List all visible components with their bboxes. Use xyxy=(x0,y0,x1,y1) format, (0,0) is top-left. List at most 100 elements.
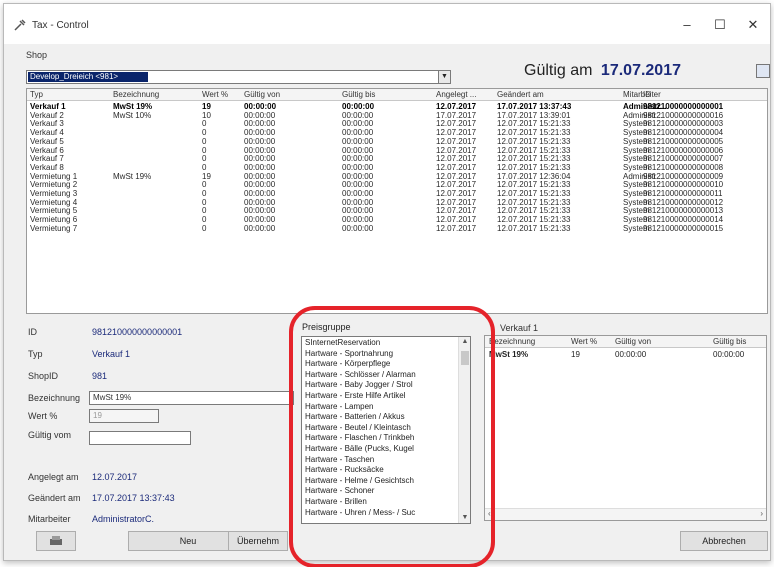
print-button[interactable] xyxy=(36,531,76,551)
shop-dropdown[interactable]: Develop_Dreieich <981> ▼ xyxy=(26,70,451,84)
table-cell: 17.07.2017 13:39:01 xyxy=(497,111,571,120)
minimize-button[interactable]: – xyxy=(672,14,702,36)
angelegt-value: 12.07.2017 xyxy=(92,472,138,482)
right-header-gueltig-bis[interactable]: Gültig bis xyxy=(713,337,746,346)
preisgruppe-list[interactable]: SInternetReservation Hartware - Sportnahr… xyxy=(301,336,471,524)
right-grid-header: Bezeichnung Wert % Gültig von Gültig bis xyxy=(485,336,766,348)
list-item[interactable]: Hartware - Taschen xyxy=(305,455,374,465)
grid-header-col-1[interactable]: Bezeichnung xyxy=(113,90,198,99)
list-item[interactable]: Hartware - Flaschen / Trinkbeh xyxy=(305,433,414,443)
table-cell: 0 xyxy=(202,146,207,155)
table-cell: 981210000000000004 xyxy=(643,129,724,138)
valid-label: Gültig am xyxy=(524,62,593,79)
table-row[interactable]: Verkauf 5 0 00:00:00 00:00:00 12.07.2017 12.0… xyxy=(27,138,767,147)
grid-header-col-3[interactable]: Gültig von xyxy=(244,90,339,99)
list-item[interactable]: SInternetReservation xyxy=(305,338,380,348)
list-item[interactable]: Hartware - Brillen xyxy=(305,497,367,507)
table-row[interactable]: Vermietung 3 0 00:00:00 00:00:00 12.07.2017 1… xyxy=(27,190,767,199)
right-cell-gueltig-von[interactable]: 00:00:00 xyxy=(615,350,646,359)
calendar-icon[interactable] xyxy=(756,64,770,78)
table-cell: 12.07.2017 xyxy=(436,172,477,181)
right-cell-bezeichnung[interactable]: MwSt 19% xyxy=(489,350,528,359)
right-header-wert[interactable]: Wert % xyxy=(571,337,597,346)
scroll-up-icon[interactable]: ▲ xyxy=(459,337,470,347)
table-row[interactable]: Vermietung 6 0 00:00:00 00:00:00 12.07.2017 1… xyxy=(27,216,767,225)
list-item[interactable]: Hartware - Körperpflege xyxy=(305,359,390,369)
maximize-button[interactable]: ☐ xyxy=(705,14,735,36)
valid-date-heading: Gültig am 17.07.2017 xyxy=(524,62,681,80)
scroll-left-icon[interactable]: ‹ xyxy=(488,509,491,518)
table-cell: 981210000000000003 xyxy=(643,120,724,129)
grid-header-col-6[interactable]: Geändert am xyxy=(497,90,622,99)
list-item[interactable]: Hartware - Schlösser / Alarman xyxy=(305,370,416,380)
bezeichnung-input[interactable]: MwSt 19% xyxy=(89,391,294,405)
table-row[interactable]: Vermietung 1 MwSt 19% 19 00:00:00 00:00:00 12… xyxy=(27,173,767,182)
valid-date: 17.07.2017 xyxy=(600,62,681,79)
gueltig-vom-input[interactable] xyxy=(89,431,191,445)
table-row[interactable]: Verkauf 7 0 00:00:00 00:00:00 12.07.2017 12.0… xyxy=(27,155,767,164)
chevron-down-icon[interactable]: ▼ xyxy=(438,71,450,83)
grid-header-col-2[interactable]: Wert % xyxy=(202,90,242,99)
list-item[interactable]: Hartware - Helme / Gesichtsch xyxy=(305,476,414,486)
list-item[interactable]: Hartware - Rucksäcke xyxy=(305,465,384,475)
table-row[interactable]: Verkauf 6 0 00:00:00 00:00:00 12.07.2017 12.0… xyxy=(27,147,767,156)
table-row[interactable]: Vermietung 5 0 00:00:00 00:00:00 12.07.2017 1… xyxy=(27,207,767,216)
table-cell: Vermietung 4 xyxy=(30,198,78,207)
gueltig-vom-label: Gültig vom xyxy=(28,430,72,440)
right-cell-gueltig-bis[interactable]: 00:00:00 xyxy=(713,350,744,359)
table-row[interactable]: Vermietung 2 0 00:00:00 00:00:00 12.07.2017 1… xyxy=(27,181,767,190)
table-cell: 0 xyxy=(202,137,207,146)
scroll-thumb[interactable] xyxy=(461,351,469,365)
list-item[interactable]: Hartware - Uhren / Mess- / Suc xyxy=(305,508,415,518)
table-row[interactable]: Vermietung 4 0 00:00:00 00:00:00 12.07.2017 1… xyxy=(27,199,767,208)
scroll-down-icon[interactable]: ▼ xyxy=(459,513,470,523)
grid-header-col-8[interactable]: ID xyxy=(643,90,763,99)
cancel-button[interactable]: Abbrechen xyxy=(680,531,768,551)
table-cell: 00:00:00 xyxy=(244,146,276,155)
grid-header-col-5[interactable]: Angelegt ... xyxy=(436,90,496,99)
list-item[interactable]: Hartware - Sportnahrung xyxy=(305,349,393,359)
tool-icon xyxy=(14,19,26,31)
table-row[interactable]: Verkauf 2 MwSt 10% 10 00:00:00 00:00:00 17.07… xyxy=(27,112,767,121)
typ-value: Verkauf 1 xyxy=(92,349,131,359)
right-header-bezeichnung[interactable]: Bezeichnung xyxy=(489,337,535,346)
table-cell: 00:00:00 xyxy=(342,224,374,233)
table-cell: Vermietung 2 xyxy=(30,181,78,190)
list-item[interactable]: Hartware - Beutel / Kleintasch xyxy=(305,423,411,433)
apply-button[interactable]: Übernehm xyxy=(228,531,288,551)
table-cell: 00:00:00 xyxy=(244,120,276,129)
right-grid-scrollbar[interactable]: ‹ › xyxy=(485,508,766,520)
list-item[interactable]: Hartware - Batterien / Akkus xyxy=(305,412,405,422)
scroll-right-icon[interactable]: › xyxy=(760,509,763,518)
table-cell: 00:00:00 xyxy=(244,181,276,190)
grid-header-col-0[interactable]: Typ xyxy=(30,90,110,99)
table-row[interactable]: Verkauf 4 0 00:00:00 00:00:00 12.07.2017 12.0… xyxy=(27,129,767,138)
close-button[interactable]: ✕ xyxy=(738,14,768,36)
tax-grid: Typ Bezeichnung Wert % Gültig von Gültig bis… xyxy=(26,88,768,314)
table-cell: 0 xyxy=(202,129,207,138)
table-cell: 12.07.2017 15:21:33 xyxy=(497,198,571,207)
right-cell-wert[interactable]: 19 xyxy=(571,350,580,359)
table-row[interactable]: Verkauf 1 MwSt 19% 19 00:00:00 00:00:00 12.07… xyxy=(27,103,767,112)
right-grid-title: Verkauf 1 xyxy=(500,323,539,333)
table-cell: 17.07.2017 xyxy=(436,111,477,120)
table-row[interactable]: Verkauf 3 0 00:00:00 00:00:00 12.07.2017 12.0… xyxy=(27,120,767,129)
shopid-label: ShopID xyxy=(28,371,59,381)
table-cell: Vermietung 6 xyxy=(30,216,78,225)
table-cell: 00:00:00 xyxy=(342,129,374,138)
list-item[interactable]: Hartware - Baby Jogger / Strol xyxy=(305,380,413,390)
table-row[interactable]: Vermietung 7 0 00:00:00 00:00:00 12.07.2017 1… xyxy=(27,225,767,234)
right-header-gueltig-von[interactable]: Gültig von xyxy=(615,337,651,346)
table-cell: 981210000000000009 xyxy=(643,172,724,181)
table-cell: 12.07.2017 xyxy=(436,207,477,216)
list-item[interactable]: Hartware - Lampen xyxy=(305,402,373,412)
table-row[interactable]: Verkauf 8 0 00:00:00 00:00:00 12.07.2017 12.0… xyxy=(27,164,767,173)
grid-header-col-4[interactable]: Gültig bis xyxy=(342,90,432,99)
preisgruppe-scrollbar[interactable]: ▲ ▼ xyxy=(458,337,470,523)
table-cell: 12.07.2017 15:21:33 xyxy=(497,120,571,129)
list-item[interactable]: Hartware - Schoner xyxy=(305,486,374,496)
list-item[interactable]: Hartware - Bälle (Pucks, Kugel xyxy=(305,444,414,454)
wert-label: Wert % xyxy=(28,411,58,421)
wert-input[interactable]: 19 xyxy=(89,409,159,423)
list-item[interactable]: Hartware - Erste Hilfe Artikel xyxy=(305,391,405,401)
